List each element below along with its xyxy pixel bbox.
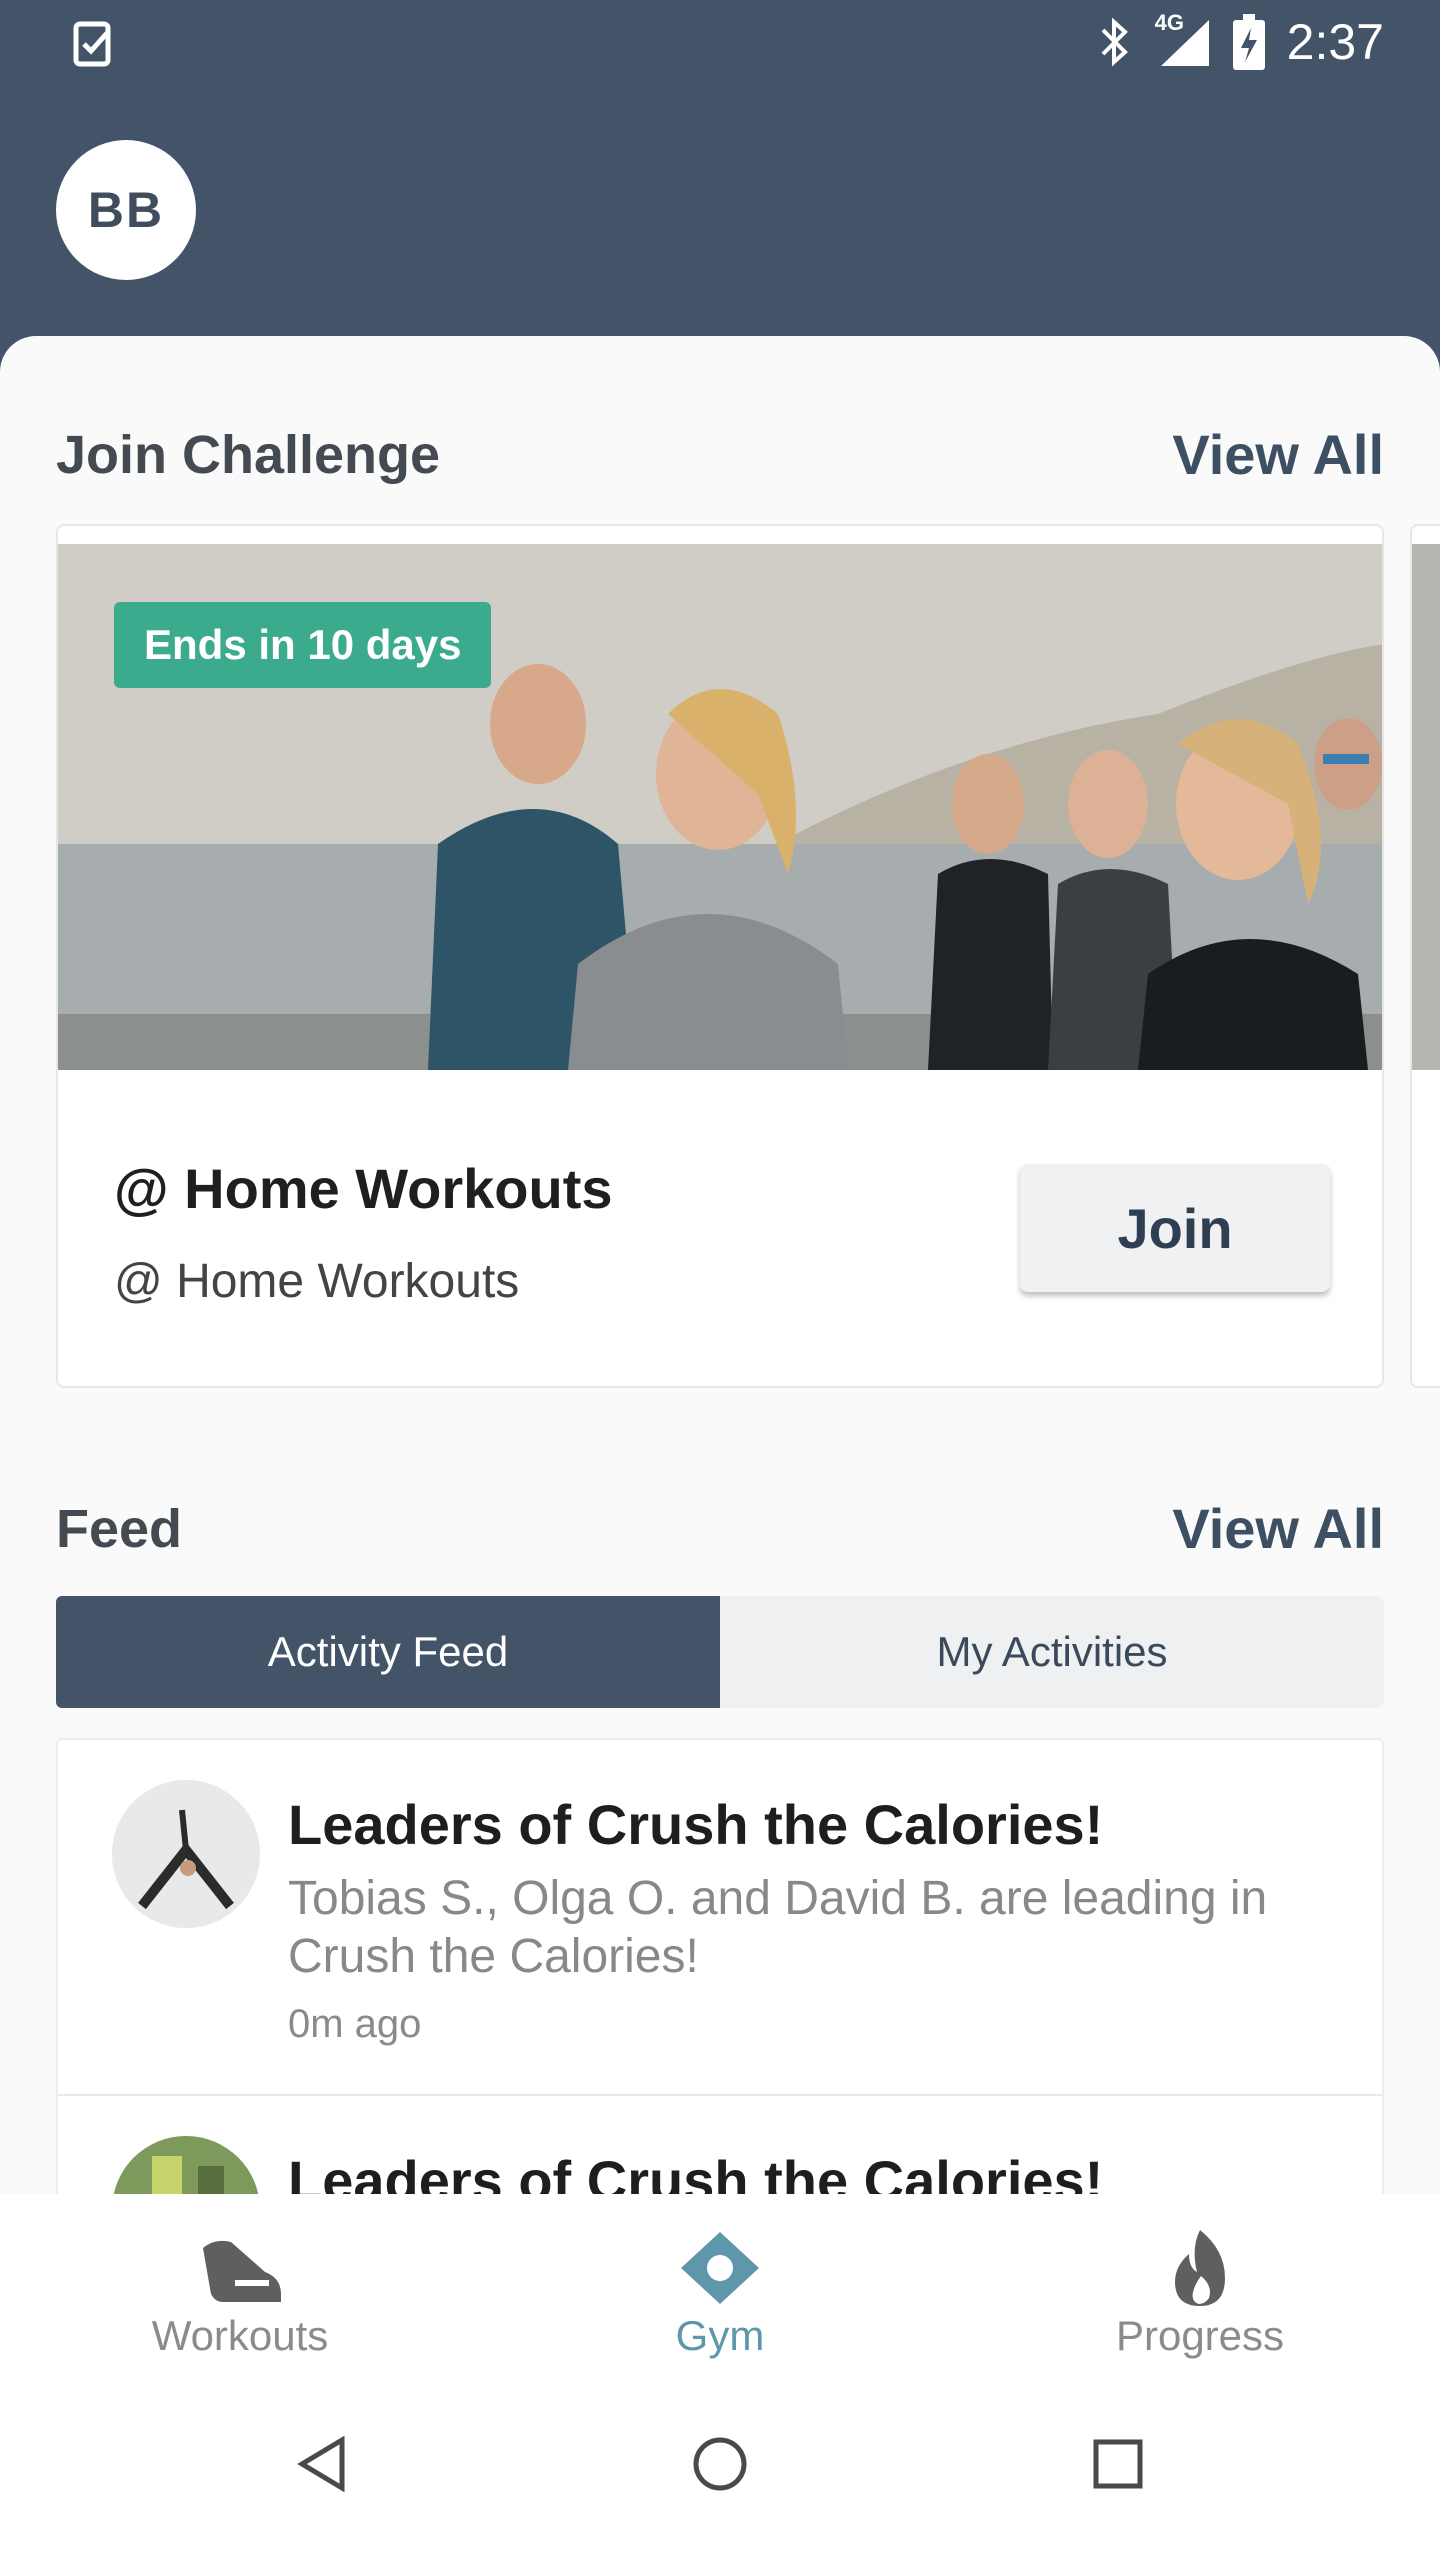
- feed-tabs: Activity Feed My Activities: [56, 1596, 1384, 1708]
- challenge-name: @ Home Workouts: [114, 1157, 613, 1220]
- bottom-navigation: Workouts Gym Progress: [0, 2194, 1440, 2374]
- nav-progress[interactable]: Progress: [960, 2194, 1440, 2374]
- ends-in-badge: Ends in 10 days: [114, 602, 492, 688]
- next-challenge-card[interactable]: [1410, 524, 1440, 1388]
- feed-view-all-link[interactable]: View All: [1172, 1496, 1384, 1561]
- challenge-section-header: Join Challenge View All: [56, 422, 1384, 487]
- user-avatar[interactable]: BB: [56, 140, 196, 280]
- challenges-view-all-link[interactable]: View All: [1172, 422, 1384, 487]
- feed-section-title: Feed: [56, 1498, 183, 1559]
- feed-item-description: Tobias S., Olga O. and David B. are lead…: [288, 1872, 1268, 1983]
- nav-gym-label: Gym: [675, 2312, 765, 2359]
- tab-my-activities[interactable]: My Activities: [720, 1596, 1384, 1708]
- status-bar: 4G 2:37: [0, 0, 1440, 84]
- feed-item-avatar: [112, 1780, 260, 1928]
- nav-workouts-label: Workouts: [151, 2312, 329, 2359]
- app-screen: 4G 2:37 BB Join Challenge View All Ends …: [0, 0, 1440, 2560]
- home-circle-icon[interactable]: [680, 2424, 760, 2504]
- nav-workouts[interactable]: Workouts: [0, 2194, 480, 2374]
- feed-item[interactable]: Leaders of Crush the Calories! Tobias S.…: [58, 1740, 1382, 2096]
- shoe-icon: [195, 2228, 285, 2308]
- challenge-card[interactable]: Ends in 10 days @ Home Workouts @ Home W…: [56, 524, 1384, 1388]
- feed-item-time: 0m ago: [288, 2002, 422, 2046]
- status-icons: 4G 2:37: [1097, 10, 1384, 74]
- nav-gym[interactable]: Gym: [480, 2194, 960, 2374]
- system-navigation-bar: [0, 2374, 1440, 2560]
- back-icon[interactable]: [282, 2424, 362, 2504]
- challenge-photo: Ends in 10 days: [58, 544, 1382, 1070]
- nav-progress-label: Progress: [1115, 2312, 1285, 2359]
- feed-section-header: Feed View All: [56, 1496, 1384, 1561]
- bluetooth-icon: [1101, 17, 1128, 67]
- flame-icon: [1155, 2228, 1245, 2308]
- join-button[interactable]: Join: [1020, 1164, 1330, 1292]
- battery-charging-icon: [1232, 14, 1265, 70]
- feed-item-title: Leaders of Crush the Calories!: [288, 1793, 1104, 1856]
- challenge-subtitle: @ Home Workouts: [114, 1255, 520, 1308]
- signal-icon: 4G: [1155, 10, 1211, 68]
- tab-activity-feed[interactable]: Activity Feed: [56, 1596, 720, 1708]
- challenge-section-title: Join Challenge: [56, 424, 441, 485]
- gym-diamond-icon: [675, 2228, 765, 2308]
- next-challenge-photo: [1412, 544, 1440, 1070]
- task-check-icon: [73, 21, 111, 67]
- recents-square-icon[interactable]: [1078, 2424, 1158, 2504]
- clock: 2:37: [1286, 14, 1384, 70]
